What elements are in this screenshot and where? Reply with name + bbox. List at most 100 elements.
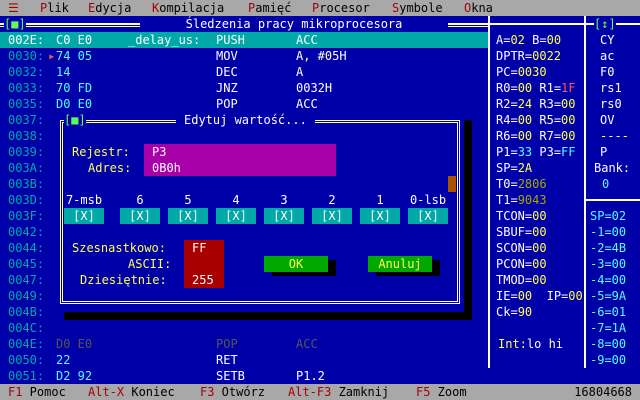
code-mnemonic: JNZ bbox=[216, 81, 238, 95]
menu-edycja[interactable]: Edycja bbox=[88, 0, 131, 16]
code-row[interactable]: 004C: bbox=[0, 320, 488, 336]
dialog-scroll-thumb[interactable] bbox=[448, 176, 456, 192]
ascii-field[interactable] bbox=[184, 256, 224, 272]
register-row[interactable]: P1=33 P3=FF bbox=[496, 144, 576, 160]
shortcut-item[interactable]: Alt-X Koniec bbox=[88, 384, 175, 400]
register-row[interactable]: SCON=00 bbox=[496, 240, 547, 256]
code-address: 0051: bbox=[8, 369, 45, 383]
register-panel: A=02 B=00 DPTR=0022 PC=0030 R0=00 R1=1F R2=2… bbox=[488, 16, 586, 368]
register-row[interactable]: R4=00 R5=00 bbox=[496, 112, 576, 128]
register-row[interactable]: IE=00 IP=00 bbox=[496, 288, 583, 304]
code-address: 003A: bbox=[8, 161, 45, 175]
bit-checkbox[interactable]: [X] bbox=[408, 208, 448, 224]
register-row[interactable]: PCON=00 bbox=[496, 256, 547, 272]
code-mnemonic: DEC bbox=[216, 65, 238, 79]
code-operand: A bbox=[296, 65, 304, 79]
bit-checkbox[interactable]: [X] bbox=[312, 208, 352, 224]
shortcut-item[interactable]: F5 Zoom bbox=[416, 384, 467, 400]
window-close-button[interactable]: [■] bbox=[4, 16, 26, 32]
register-row[interactable]: Ck=90 bbox=[496, 304, 532, 320]
register-value: 00 bbox=[532, 225, 547, 239]
register-row[interactable]: TCON=00 bbox=[496, 208, 547, 224]
flag-item[interactable]: ---- bbox=[600, 128, 629, 144]
code-row[interactable]: 0035: D0 E0 POP ACC bbox=[0, 96, 488, 112]
register-row[interactable]: R6=00 R7=00 bbox=[496, 128, 576, 144]
code-mnemonic: RET bbox=[216, 353, 238, 367]
decimal-field[interactable]: 255 bbox=[184, 272, 224, 288]
menu-plik[interactable]: Plik bbox=[40, 0, 69, 16]
shortcut-item[interactable]: Alt-F3 Zamknij bbox=[288, 384, 389, 400]
code-address: 003D: bbox=[8, 193, 45, 207]
shortcut-item[interactable]: F3 Otwórz bbox=[200, 384, 265, 400]
code-row[interactable]: 004E: D0 E0 POP ACC bbox=[0, 336, 488, 352]
bit-checkbox[interactable]: [X] bbox=[64, 208, 104, 224]
register-name: T1= bbox=[496, 193, 518, 207]
bit-checkbox[interactable]: [X] bbox=[120, 208, 160, 224]
hex-field[interactable]: FF bbox=[184, 240, 224, 256]
bit-checkbox[interactable]: [X] bbox=[264, 208, 304, 224]
flag-item[interactable]: F0 bbox=[600, 64, 614, 80]
code-row[interactable]: 0033: 70 FD JNZ 0032H bbox=[0, 80, 488, 96]
scroll-toggle-icon[interactable]: [↕] bbox=[594, 16, 616, 32]
code-row[interactable]: 0032: 14 DEC A bbox=[0, 64, 488, 80]
register-value: 00 bbox=[532, 257, 547, 271]
register-row[interactable]: SBUF=00 bbox=[496, 224, 547, 240]
bit-checkbox[interactable]: [X] bbox=[360, 208, 400, 224]
code-address: 004B: bbox=[8, 305, 45, 319]
code-address: 0050: bbox=[8, 353, 45, 367]
bit-label: 7-msb bbox=[65, 193, 103, 207]
stack-entry: -9=00 bbox=[590, 353, 627, 367]
register-row[interactable]: DPTR=0022 bbox=[496, 48, 561, 64]
menu-procesor[interactable]: Procesor bbox=[312, 0, 370, 16]
system-menu-icon[interactable]: ☰ bbox=[8, 0, 19, 16]
code-bytes: 22 bbox=[56, 353, 71, 367]
code-address: 0033: bbox=[8, 81, 45, 95]
bit-checkbox[interactable]: [X] bbox=[216, 208, 256, 224]
flag-item[interactable]: rs1 bbox=[600, 80, 622, 96]
register-row[interactable]: A=02 B=00 bbox=[496, 32, 561, 48]
register-field[interactable]: P3 bbox=[144, 144, 336, 160]
flag-item[interactable]: rs0 bbox=[600, 96, 622, 112]
register-row[interactable]: PC=0030 bbox=[496, 64, 547, 80]
register-row[interactable]: R0=00 R1=1F bbox=[496, 80, 576, 96]
code-operand: ACC bbox=[296, 337, 318, 351]
flag-item[interactable]: OV bbox=[600, 112, 614, 128]
menu-symbole[interactable]: Symbole bbox=[392, 0, 443, 16]
register-name: R6= bbox=[496, 129, 518, 143]
register-name: SCON= bbox=[496, 241, 533, 255]
code-bytes: C0 E0 bbox=[56, 33, 93, 47]
register-row[interactable]: R2=24 R3=00 bbox=[496, 96, 576, 112]
register-row[interactable]: TMOD=00 bbox=[496, 272, 547, 288]
register-row[interactable]: T1=9043 bbox=[496, 192, 547, 208]
bit-label: 3 bbox=[280, 193, 288, 207]
ok-button[interactable]: OK bbox=[264, 256, 328, 272]
code-bytes: D0 E0 bbox=[56, 337, 93, 351]
register-row[interactable]: SP=2A bbox=[496, 160, 532, 176]
flag-item[interactable]: P bbox=[600, 144, 607, 160]
menu-okna[interactable]: Okna bbox=[464, 0, 493, 16]
register-row[interactable]: T0=2806 bbox=[496, 176, 547, 192]
code-row[interactable]: 0030: 74 05 MOV A, #05H ▸ bbox=[0, 48, 488, 64]
register-value: 00 bbox=[546, 33, 562, 47]
address-field[interactable]: 0B0h bbox=[144, 160, 336, 176]
dialog-title: Edytuj wartość... bbox=[176, 112, 315, 128]
code-bytes: D0 E0 bbox=[56, 97, 93, 111]
flag-item[interactable]: ac bbox=[600, 48, 614, 64]
code-mnemonic: POP bbox=[216, 337, 238, 351]
menu-pamiec[interactable]: Pamięć bbox=[248, 0, 291, 16]
code-row[interactable]: 0051: D2 92 SETB P1.2 bbox=[0, 368, 488, 384]
cancel-button[interactable]: Anuluj bbox=[368, 256, 432, 272]
code-address: 004C: bbox=[8, 321, 45, 335]
code-operand: ACC bbox=[296, 33, 318, 47]
register-value: 0030 bbox=[517, 65, 547, 79]
shortcut-item[interactable]: F1 Pomoc bbox=[8, 384, 66, 400]
pc-arrow-icon: ▸ bbox=[48, 49, 56, 63]
code-row[interactable]: 002E: C0 E0 _delay_us: PUSH ACC bbox=[0, 32, 488, 48]
code-row[interactable]: 0050: 22 RET bbox=[0, 352, 488, 368]
menu-kompilacja[interactable]: Kompilacja bbox=[152, 0, 224, 16]
dialog-close-button[interactable]: [■] bbox=[64, 112, 86, 128]
flag-item[interactable]: CY bbox=[600, 32, 614, 48]
register-name: R1= bbox=[532, 81, 562, 95]
bit-checkbox[interactable]: [X] bbox=[168, 208, 208, 224]
register-label: Rejestr: bbox=[72, 145, 130, 159]
